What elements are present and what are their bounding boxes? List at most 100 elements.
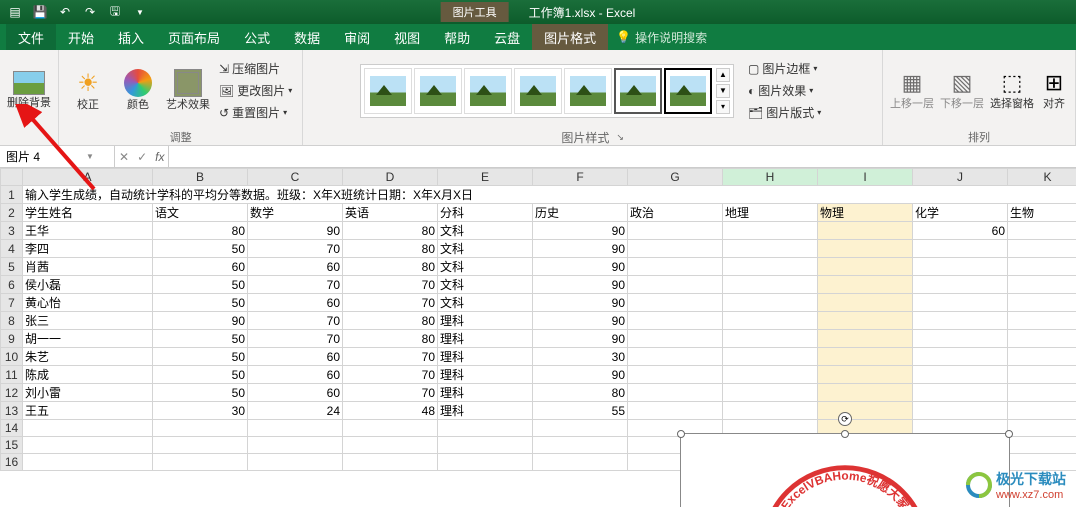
cell[interactable] bbox=[723, 348, 818, 366]
cell[interactable]: 侯小磊 bbox=[23, 276, 153, 294]
cell[interactable]: 理科 bbox=[438, 402, 533, 420]
selection-pane-button[interactable]: ⬚ 选择窗格 bbox=[989, 55, 1035, 127]
cell[interactable] bbox=[1008, 312, 1076, 330]
cell[interactable] bbox=[913, 276, 1008, 294]
cell[interactable] bbox=[723, 366, 818, 384]
cell[interactable] bbox=[1008, 402, 1076, 420]
cell[interactable]: 70 bbox=[248, 330, 343, 348]
cell[interactable] bbox=[438, 454, 533, 471]
cell[interactable] bbox=[628, 402, 723, 420]
cell[interactable]: 文科 bbox=[438, 240, 533, 258]
picture-effects-button[interactable]: ◐图片效果 ▾ bbox=[744, 80, 825, 101]
cell[interactable]: 90 bbox=[533, 294, 628, 312]
column-header[interactable]: C bbox=[248, 169, 343, 186]
cell[interactable] bbox=[628, 312, 723, 330]
cell[interactable]: 朱艺 bbox=[23, 348, 153, 366]
cell[interactable] bbox=[818, 258, 913, 276]
tab-picture-format[interactable]: 图片格式 bbox=[532, 24, 608, 50]
cell[interactable]: 理科 bbox=[438, 312, 533, 330]
cell[interactable] bbox=[628, 258, 723, 276]
cell[interactable]: 60 bbox=[248, 258, 343, 276]
cell[interactable] bbox=[818, 348, 913, 366]
cell[interactable]: 80 bbox=[533, 384, 628, 402]
row-header[interactable]: 8 bbox=[1, 312, 23, 330]
cell[interactable]: 60 bbox=[248, 384, 343, 402]
row-header[interactable]: 15 bbox=[1, 437, 23, 454]
cell[interactable]: 60 bbox=[248, 294, 343, 312]
cell[interactable] bbox=[248, 437, 343, 454]
column-header[interactable]: B bbox=[153, 169, 248, 186]
cell[interactable]: 数学 bbox=[248, 204, 343, 222]
column-header[interactable]: D bbox=[343, 169, 438, 186]
gallery-more-icon[interactable]: ▾ bbox=[716, 100, 730, 114]
cell[interactable] bbox=[723, 294, 818, 312]
cell[interactable]: 分科 bbox=[438, 204, 533, 222]
cell[interactable] bbox=[248, 420, 343, 437]
cell[interactable]: 胡一一 bbox=[23, 330, 153, 348]
bring-forward-button[interactable]: ▦ 上移一层 bbox=[889, 55, 935, 127]
redo-icon[interactable]: ↷ bbox=[79, 2, 101, 22]
cell[interactable] bbox=[723, 402, 818, 420]
tab-layout[interactable]: 页面布局 bbox=[156, 24, 232, 50]
cell[interactable]: 60 bbox=[248, 366, 343, 384]
cell[interactable] bbox=[818, 294, 913, 312]
cell[interactable] bbox=[1008, 330, 1076, 348]
selected-picture[interactable]: ⟳ ExcelVBAHome祝愿大家 五一快乐 bbox=[680, 433, 1010, 507]
row-header[interactable]: 14 bbox=[1, 420, 23, 437]
column-header[interactable]: E bbox=[438, 169, 533, 186]
column-header[interactable]: K bbox=[1008, 169, 1076, 186]
cell[interactable] bbox=[723, 276, 818, 294]
cell[interactable] bbox=[723, 312, 818, 330]
cell[interactable] bbox=[1008, 420, 1076, 437]
resize-handle[interactable] bbox=[841, 430, 849, 438]
save2-icon[interactable]: 🖫 bbox=[104, 2, 126, 22]
cell[interactable] bbox=[818, 330, 913, 348]
row-header[interactable]: 9 bbox=[1, 330, 23, 348]
cell[interactable] bbox=[1008, 258, 1076, 276]
cell[interactable]: 政治 bbox=[628, 204, 723, 222]
rotate-handle-icon[interactable]: ⟳ bbox=[838, 412, 852, 426]
cell[interactable] bbox=[913, 258, 1008, 276]
tab-review[interactable]: 审阅 bbox=[332, 24, 382, 50]
cell[interactable] bbox=[533, 420, 628, 437]
cell[interactable]: 英语 bbox=[343, 204, 438, 222]
cell[interactable]: 24 bbox=[248, 402, 343, 420]
qat-dropdown-icon[interactable]: ▼ bbox=[129, 2, 151, 22]
cell[interactable] bbox=[818, 222, 913, 240]
align-button[interactable]: ⊞ 对齐 bbox=[1039, 55, 1069, 127]
cell[interactable] bbox=[153, 420, 248, 437]
cell[interactable]: 文科 bbox=[438, 294, 533, 312]
cell[interactable]: 80 bbox=[343, 240, 438, 258]
tab-view[interactable]: 视图 bbox=[382, 24, 432, 50]
cell[interactable]: 80 bbox=[343, 312, 438, 330]
row-header[interactable]: 11 bbox=[1, 366, 23, 384]
cell[interactable]: 80 bbox=[343, 222, 438, 240]
cell[interactable]: 历史 bbox=[533, 204, 628, 222]
cell[interactable]: 80 bbox=[343, 330, 438, 348]
change-picture-button[interactable]: 🖼更改图片 ▾ bbox=[215, 80, 296, 101]
cell[interactable] bbox=[533, 437, 628, 454]
cell[interactable] bbox=[23, 420, 153, 437]
cell[interactable] bbox=[533, 454, 628, 471]
save-icon[interactable]: 💾 bbox=[29, 2, 51, 22]
name-box[interactable]: ▼ bbox=[0, 146, 115, 167]
cell[interactable] bbox=[1008, 437, 1076, 454]
cell[interactable] bbox=[913, 348, 1008, 366]
compress-pictures-button[interactable]: ⇲压缩图片 bbox=[215, 58, 296, 79]
cell[interactable]: 50 bbox=[153, 330, 248, 348]
cell[interactable] bbox=[913, 402, 1008, 420]
cell[interactable]: 理科 bbox=[438, 366, 533, 384]
row-header[interactable]: 12 bbox=[1, 384, 23, 402]
cell[interactable] bbox=[818, 240, 913, 258]
cell[interactable] bbox=[913, 240, 1008, 258]
menu-icon[interactable]: ▤ bbox=[4, 2, 26, 22]
cell[interactable]: 地理 bbox=[723, 204, 818, 222]
row-header[interactable]: 6 bbox=[1, 276, 23, 294]
cell[interactable]: 90 bbox=[533, 312, 628, 330]
cell[interactable]: 50 bbox=[153, 348, 248, 366]
cell[interactable] bbox=[818, 402, 913, 420]
cell[interactable]: 55 bbox=[533, 402, 628, 420]
row-header[interactable]: 13 bbox=[1, 402, 23, 420]
cell[interactable] bbox=[723, 222, 818, 240]
cell[interactable] bbox=[628, 276, 723, 294]
